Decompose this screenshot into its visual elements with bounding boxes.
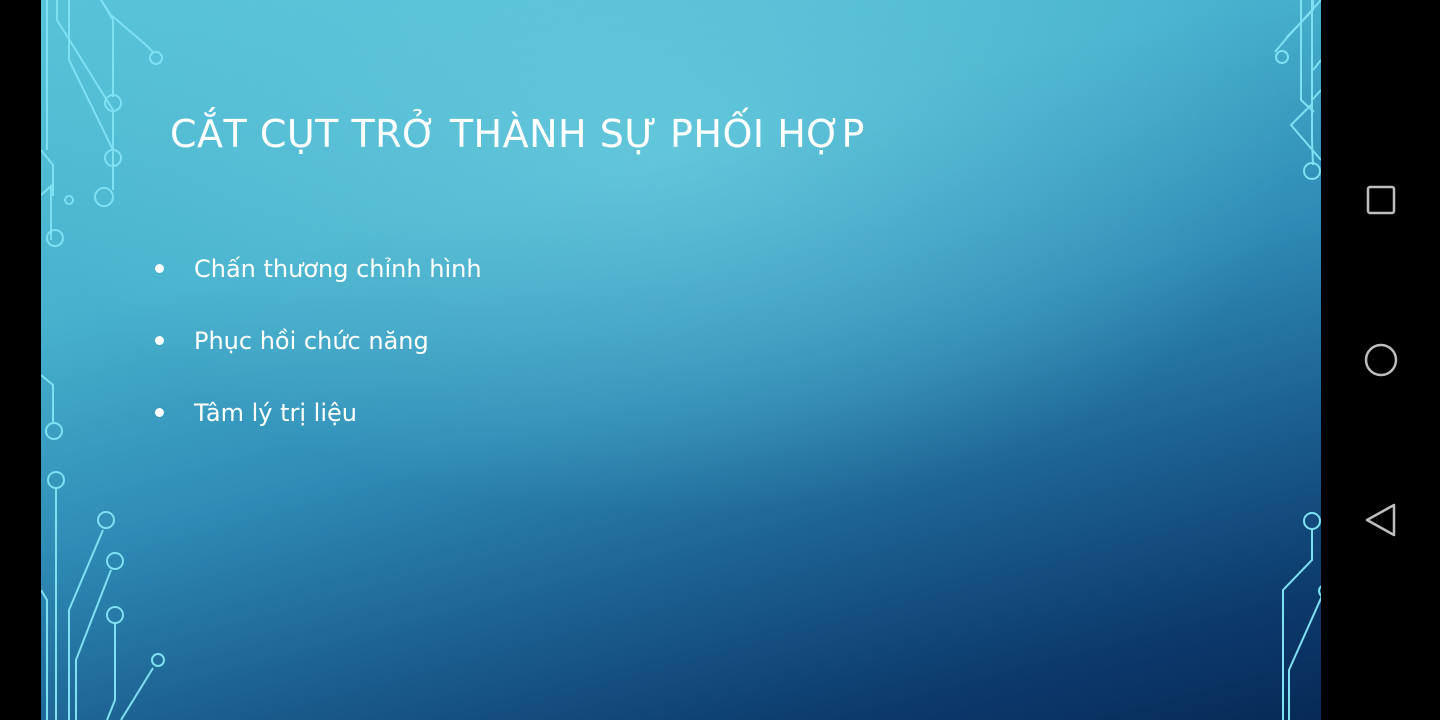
back-button[interactable] xyxy=(1359,498,1403,542)
bullet-text: Phục hồi chức năng xyxy=(194,327,429,355)
circle-icon xyxy=(1364,343,1398,377)
slide-title: CẮT CỤT TRỞ THÀNH SỰ PHỐI HỢP xyxy=(170,112,865,156)
circuit-decoration-right xyxy=(1274,0,1321,720)
phone-screen: CẮT CỤT TRỞ THÀNH SỰ PHỐI HỢP Chấn thươn… xyxy=(0,0,1440,720)
presentation-slide[interactable]: CẮT CỤT TRỞ THÀNH SỰ PHỐI HỢP Chấn thươn… xyxy=(41,0,1321,720)
home-button[interactable] xyxy=(1359,338,1403,382)
triangle-back-icon xyxy=(1365,503,1396,537)
navigation-bar xyxy=(1321,0,1440,720)
bullet-dot-icon xyxy=(155,264,164,273)
square-icon xyxy=(1366,185,1396,215)
bullet-text: Tâm lý trị liệu xyxy=(194,399,357,427)
bullet-text: Chấn thương chỉnh hình xyxy=(194,255,482,283)
recents-button[interactable] xyxy=(1359,178,1403,222)
bullet-dot-icon xyxy=(155,336,164,345)
bullet-dot-icon xyxy=(155,408,164,417)
